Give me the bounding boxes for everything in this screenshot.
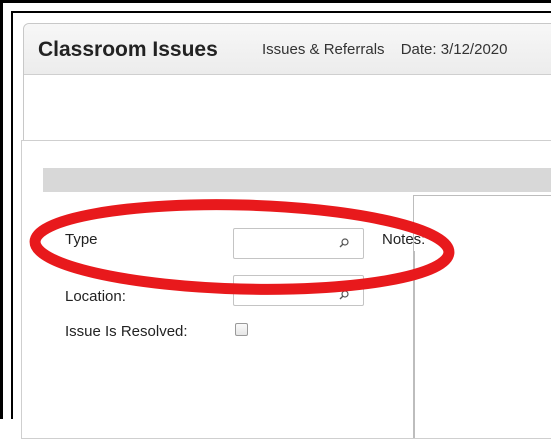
page-title: Classroom Issues	[38, 38, 218, 61]
screenshot-frame: Classroom Issues Issues & Referrals Date…	[0, 0, 551, 439]
frame-line-top	[11, 11, 551, 13]
issue-resolved-label: Issue Is Resolved:	[65, 323, 188, 340]
frame-line-left	[11, 11, 13, 419]
location-lookup-field[interactable]	[233, 275, 364, 306]
location-label: Location:	[65, 288, 126, 305]
date-label: Date: 3/12/2020	[400, 41, 508, 58]
issue-resolved-checkbox[interactable]	[235, 323, 248, 336]
window-header: Classroom Issues Issues & Referrals Date…	[24, 24, 551, 75]
panel-header-bar	[43, 168, 551, 192]
search-icon[interactable]	[339, 290, 349, 300]
notes-label: Notes:	[382, 231, 426, 248]
notes-area[interactable]	[413, 195, 551, 438]
search-icon[interactable]	[339, 238, 349, 248]
tab-issues-referrals[interactable]: Issues & Referrals	[262, 41, 385, 58]
header-meta: Issues & Referrals Date: 3/12/2020	[262, 41, 507, 58]
type-lookup-field[interactable]	[233, 228, 364, 259]
type-label: Type	[65, 231, 98, 248]
